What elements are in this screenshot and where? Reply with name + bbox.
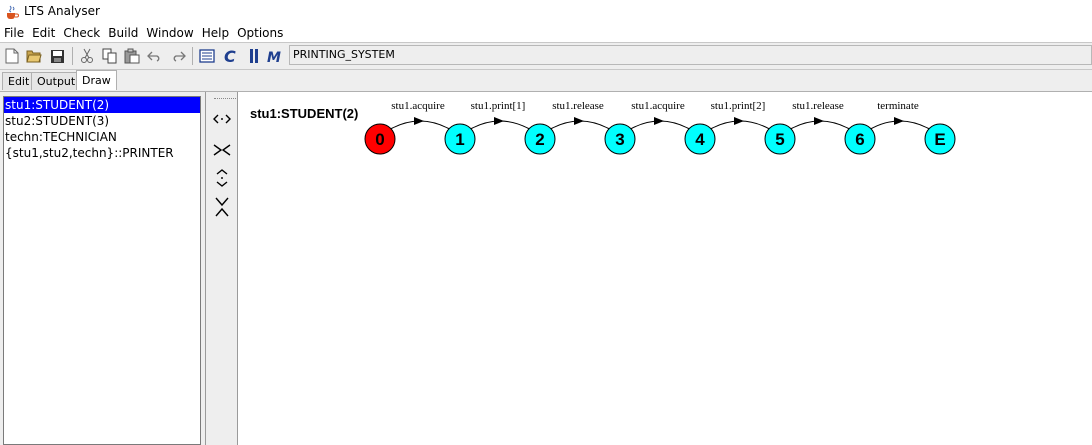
- toolbar-separator: [72, 47, 73, 65]
- transition-label: stu1.print[1]: [471, 100, 526, 112]
- shrink-horizontal-icon[interactable]: [213, 141, 231, 159]
- minimise-icon[interactable]: M: [267, 47, 285, 65]
- menu-help[interactable]: Help: [198, 25, 233, 41]
- state-label: 1: [455, 130, 464, 149]
- menu-file[interactable]: File: [0, 25, 28, 41]
- expand-vertical-icon[interactable]: [213, 169, 231, 187]
- transition-arrowhead: [814, 117, 824, 125]
- transition-arrowhead: [414, 117, 424, 125]
- menu-check[interactable]: Check: [59, 25, 104, 41]
- undo-icon[interactable]: [146, 47, 164, 65]
- window-title: LTS Analyser: [24, 4, 100, 18]
- transition-label: stu1.acquire: [631, 100, 685, 112]
- target-selector[interactable]: PRINTING_SYSTEM: [289, 45, 1092, 65]
- state-label: 4: [695, 130, 705, 149]
- transition-label: stu1.release: [552, 100, 604, 112]
- transition: stu1.print[1]: [470, 100, 530, 130]
- process-list-panel: stu1:STUDENT(2) stu2:STUDENT(3) techn:TE…: [0, 92, 205, 445]
- parse-icon[interactable]: [198, 47, 216, 65]
- cut-icon[interactable]: [78, 47, 96, 65]
- transition-label: stu1.release: [792, 100, 844, 112]
- state-node[interactable]: 1: [444, 123, 476, 155]
- state-label: 3: [615, 130, 624, 149]
- copy-icon[interactable]: [101, 47, 119, 65]
- new-file-icon[interactable]: [3, 47, 21, 65]
- state-node[interactable]: E: [924, 123, 956, 155]
- state-node[interactable]: 3: [604, 123, 636, 155]
- tab-bar: Edit Output Draw: [0, 70, 1092, 92]
- drawing-tool-strip[interactable]: [205, 92, 238, 445]
- compose-icon[interactable]: [245, 47, 263, 65]
- transition-label: terminate: [877, 100, 919, 112]
- transition-arrowhead: [494, 117, 504, 125]
- state-label: 5: [775, 130, 784, 149]
- toolbar-separator: [192, 47, 193, 65]
- transition-arrowhead: [894, 117, 904, 125]
- transition: stu1.acquire: [390, 100, 450, 130]
- menu-build[interactable]: Build: [104, 25, 142, 41]
- lts-diagram: stu1.acquire stu1.print[1] stu1.release stu…: [364, 100, 956, 155]
- tab-output[interactable]: Output: [31, 72, 82, 90]
- transition-arrowhead: [734, 117, 744, 125]
- svg-text:M: M: [267, 50, 281, 64]
- expand-horizontal-icon[interactable]: [213, 110, 231, 128]
- menu-edit[interactable]: Edit: [28, 25, 59, 41]
- transition: stu1.release: [550, 100, 610, 130]
- transition: stu1.acquire: [630, 100, 690, 130]
- save-icon[interactable]: [48, 47, 66, 65]
- process-item-printer[interactable]: {stu1,stu2,techn}::PRINTER: [4, 145, 200, 161]
- shrink-vertical-icon[interactable]: [213, 197, 231, 217]
- compile-icon[interactable]: C: [222, 47, 240, 65]
- state-node[interactable]: 4: [684, 123, 716, 155]
- process-item-stu2[interactable]: stu2:STUDENT(3): [4, 113, 200, 129]
- state-label: E: [934, 130, 945, 149]
- transition-arrowhead: [574, 117, 584, 125]
- toolbar: C M PRINTING_SYSTEM: [0, 43, 1092, 70]
- open-folder-icon[interactable]: [25, 47, 43, 65]
- transition: terminate: [870, 100, 930, 130]
- state-node[interactable]: 2: [524, 123, 556, 155]
- transition-arrowhead: [654, 117, 664, 125]
- paste-icon[interactable]: [123, 47, 141, 65]
- state-node[interactable]: 6: [844, 123, 876, 155]
- transition-label: stu1.print[2]: [711, 100, 766, 112]
- tab-draw[interactable]: Draw: [76, 70, 117, 90]
- menu-window[interactable]: Window: [142, 25, 197, 41]
- svg-text:C: C: [224, 48, 236, 64]
- state-label: 0: [375, 130, 384, 149]
- process-item-techn[interactable]: techn:TECHNICIAN: [4, 129, 200, 145]
- process-item-stu1[interactable]: stu1:STUDENT(2): [4, 97, 200, 113]
- state-node[interactable]: 0: [364, 123, 396, 155]
- title-bar: LTS Analyser: [0, 0, 1092, 24]
- state-node[interactable]: 5: [764, 123, 796, 155]
- lts-drawing-canvas[interactable]: stu1.acquire stu1.print[1] stu1.release stu…: [238, 92, 1092, 445]
- state-label: 6: [855, 130, 864, 149]
- splitter-grip[interactable]: [214, 98, 236, 101]
- transition: stu1.release: [790, 100, 850, 130]
- diagram-title: stu1:STUDENT(2): [250, 106, 359, 121]
- transition: stu1.print[2]: [710, 100, 770, 130]
- java-cup-icon: [4, 4, 20, 20]
- transition-label: stu1.acquire: [391, 100, 445, 112]
- state-label: 2: [535, 130, 544, 149]
- redo-icon[interactable]: [169, 47, 187, 65]
- menu-options[interactable]: Options: [233, 25, 287, 41]
- process-list[interactable]: stu1:STUDENT(2) stu2:STUDENT(3) techn:TE…: [3, 96, 201, 445]
- menu-bar: File Edit Check Build Window Help Option…: [0, 24, 1092, 42]
